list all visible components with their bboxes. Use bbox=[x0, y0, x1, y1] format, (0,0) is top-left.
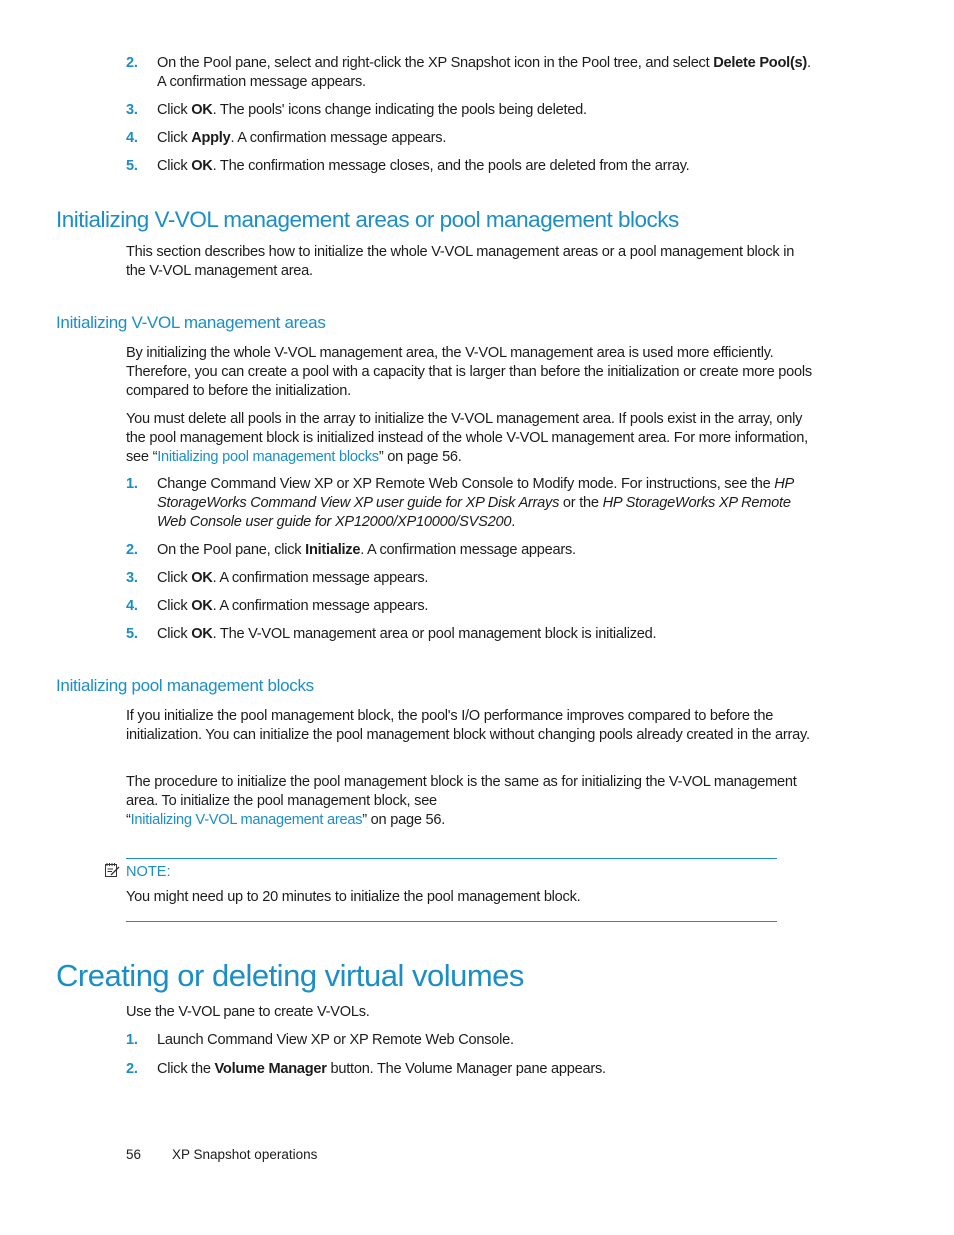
paragraph: You must delete all pools in the array t… bbox=[126, 411, 808, 465]
step-text: On the Pool pane, select and right-click… bbox=[157, 55, 811, 90]
step-number: 1. bbox=[126, 1032, 138, 1048]
subsection-heading-pool-blocks: Initializing pool management blocks bbox=[56, 676, 314, 695]
step-text: Click OK. A confirmation message appears… bbox=[157, 570, 429, 586]
section-intro: This section describes how to initialize… bbox=[126, 244, 795, 279]
link-initializing-pool-management-blocks[interactable]: Initializing pool management blocks bbox=[157, 449, 379, 465]
step-number: 2. bbox=[126, 542, 138, 558]
note-text: You might need up to 20 minutes to initi… bbox=[126, 889, 581, 905]
step-text: Click OK. The pools' icons change indica… bbox=[157, 102, 587, 118]
paragraph: By initializing the whole V-VOL manageme… bbox=[126, 345, 812, 399]
step-number: 1. bbox=[126, 476, 138, 492]
step-text: Click OK. The V-VOL management area or p… bbox=[157, 626, 657, 642]
step-number: 3. bbox=[126, 570, 138, 586]
footer-chapter-title: XP Snapshot operations bbox=[172, 1147, 318, 1162]
step-number: 2. bbox=[126, 1061, 138, 1077]
note-bottom-rule bbox=[126, 921, 777, 923]
page-number: 56 bbox=[126, 1147, 142, 1162]
section-heading-initializing: Initializing V-VOL management areas or p… bbox=[56, 207, 679, 232]
step-text: On the Pool pane, click Initialize. A co… bbox=[157, 542, 576, 558]
step-text: Click the Volume Manager button. The Vol… bbox=[157, 1061, 606, 1077]
step-number: 3. bbox=[126, 102, 138, 118]
page-title-creating-deleting-virtual-volumes: Creating or deleting virtual volumes bbox=[56, 958, 524, 993]
subsection-heading-vvol-areas: Initializing V-VOL management areas bbox=[56, 313, 326, 332]
step-number: 5. bbox=[126, 158, 138, 174]
step-number: 2. bbox=[126, 55, 138, 71]
paragraph: If you initialize the pool management bl… bbox=[126, 708, 810, 743]
step-text: Launch Command View XP or XP Remote Web … bbox=[157, 1032, 514, 1048]
step-number: 4. bbox=[126, 130, 138, 146]
note-top-rule bbox=[126, 858, 777, 860]
paragraph: The procedure to initialize the pool man… bbox=[126, 774, 797, 828]
section-intro: Use the V-VOL pane to create V-VOLs. bbox=[126, 1004, 370, 1020]
step-text: Click OK. A confirmation message appears… bbox=[157, 598, 429, 614]
step-text: Click OK. The confirmation message close… bbox=[157, 158, 690, 174]
step-number: 5. bbox=[126, 626, 138, 642]
step-text: Click Apply. A confirmation message appe… bbox=[157, 130, 447, 146]
note-label: NOTE: bbox=[126, 864, 171, 880]
step-number: 4. bbox=[126, 598, 138, 614]
link-initializing-vvol-management-areas[interactable]: Initializing V-VOL management areas bbox=[131, 812, 363, 828]
note-pad-icon bbox=[104, 862, 120, 878]
step-text: Change Command View XP or XP Remote Web … bbox=[157, 476, 794, 530]
